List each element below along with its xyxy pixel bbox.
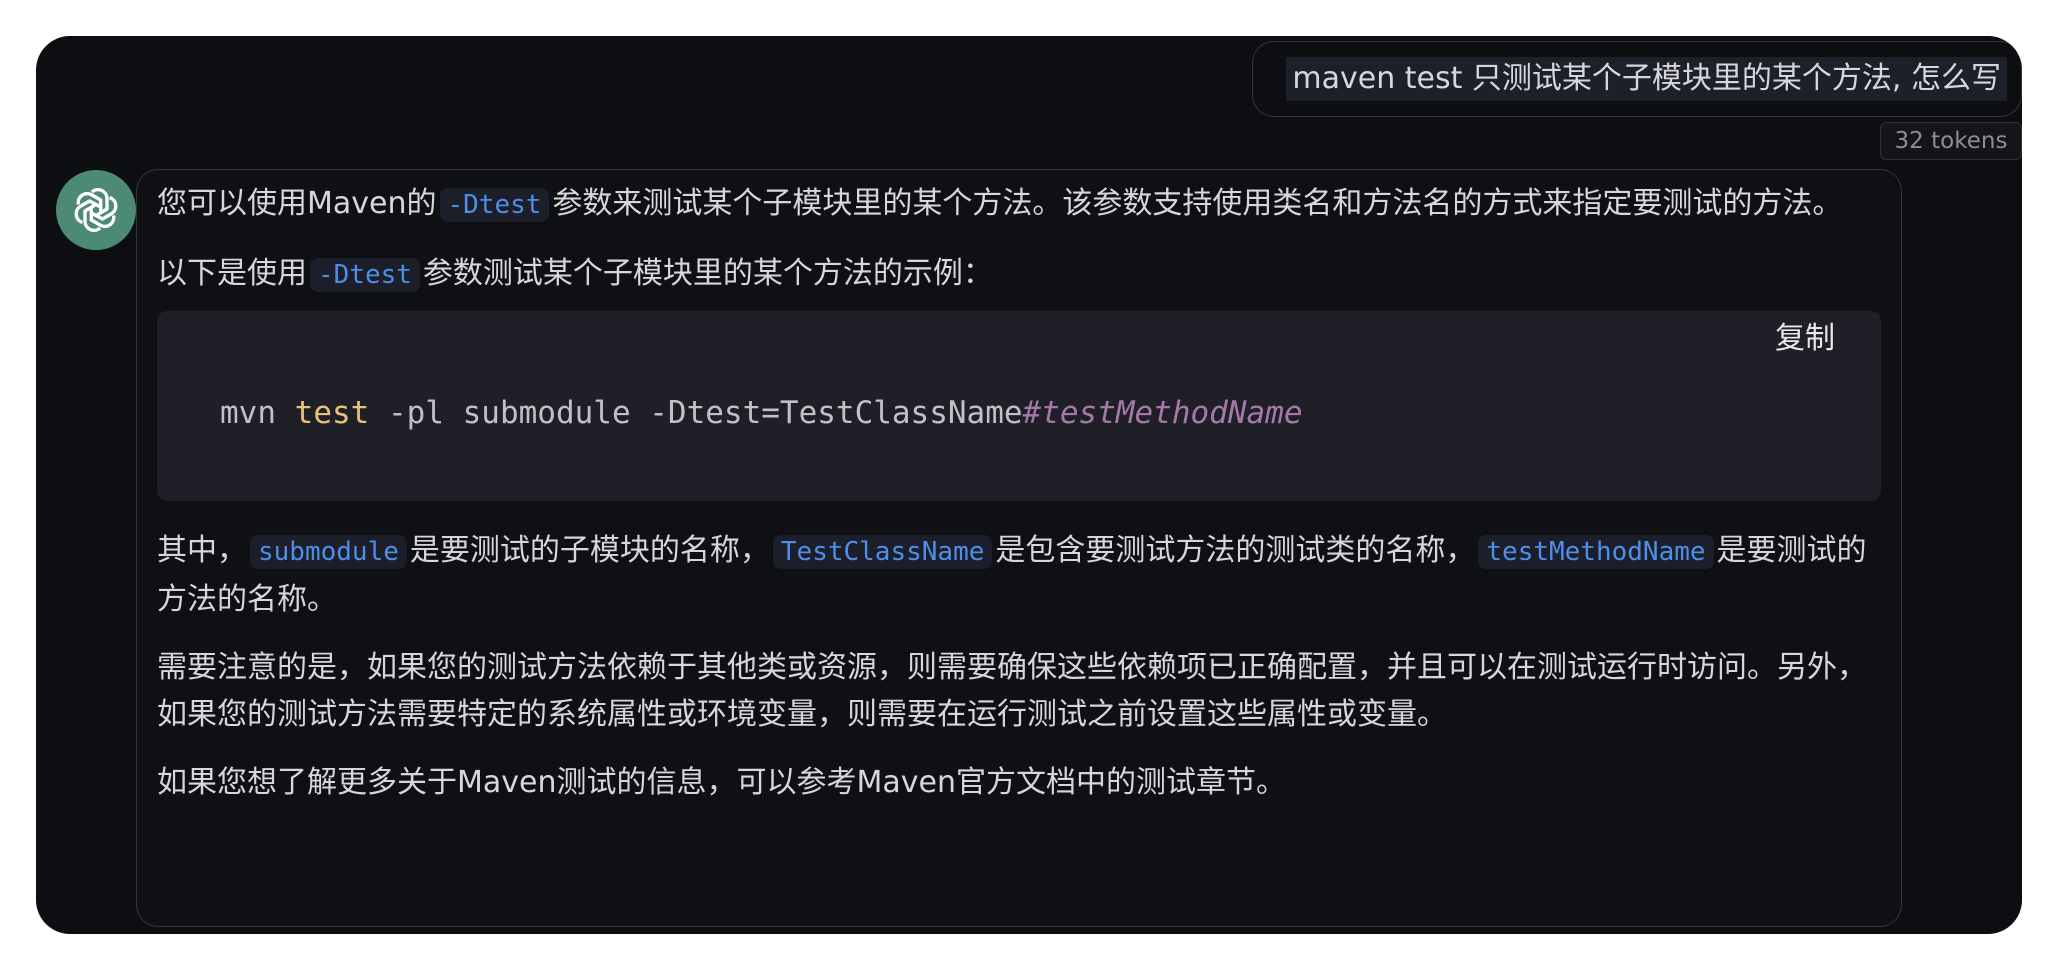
inline-code-testmethodname: testMethodName	[1478, 535, 1714, 569]
paragraph-explanation: 其中， submodule 是要测试的子模块的名称， TestClassName 是包含…	[157, 527, 1881, 623]
code-token-keyword: test	[294, 395, 370, 431]
explanation-text-a: 其中，	[157, 533, 247, 568]
code-token-command: mvn	[220, 395, 295, 431]
intro-text-a: 您可以使用Maven的	[157, 186, 437, 221]
paragraph-more-info: 如果您想了解更多关于Maven测试的信息，可以参考Maven官方文档中的测试章节…	[157, 765, 1286, 800]
explanation-text-b: 是要测试的子模块的名称，	[409, 533, 770, 568]
openai-logo-icon	[56, 170, 136, 250]
user-message-text[interactable]: maven test 只测试某个子模块里的某个方法, 怎么写	[1286, 57, 2007, 101]
user-message-bubble: maven test 只测试某个子模块里的某个方法, 怎么写	[1252, 41, 2022, 117]
code-token-comment: #testMethodName	[1022, 395, 1303, 431]
code-block: 复制 mvn test -pl submodule -Dtest=TestCla…	[157, 311, 1881, 501]
intro-text-b: 参数来测试某个子模块里的某个方法。该参数支持使用类名和方法名的方式来指定要测试的…	[552, 186, 1843, 221]
code-token-args: -pl submodule -Dtest=TestClassName	[369, 395, 1023, 431]
paragraph-notes: 需要注意的是，如果您的测试方法依赖于其他类或资源，则需要确保这些依赖项已正确配置…	[157, 650, 1867, 732]
paragraph-example-intro: 以下是使用 -Dtest 参数测试某个子模块里的某个方法的示例：	[157, 250, 1881, 299]
inline-code-testclassname: TestClassName	[772, 535, 993, 569]
assistant-message-bubble: 您可以使用Maven的 -Dtest 参数来测试某个子模块里的某个方法。该参数支持使…	[136, 169, 1902, 927]
openai-logo-icon-svg	[74, 187, 118, 233]
inline-code-dtest: -Dtest	[439, 188, 550, 222]
example-text-b: 参数测试某个子模块里的某个方法的示例：	[422, 256, 993, 291]
token-count-badge: 32 tokens	[1880, 122, 2022, 160]
example-text-a: 以下是使用	[157, 256, 307, 291]
inline-code-submodule: submodule	[250, 535, 407, 569]
code-line[interactable]: mvn test -pl submodule -Dtest=TestClassN…	[220, 391, 1303, 435]
explanation-text-c: 是包含要测试方法的测试类的名称，	[995, 533, 1476, 568]
copy-button[interactable]: 复制	[1775, 317, 1835, 361]
paragraph-intro: 您可以使用Maven的 -Dtest 参数来测试某个子模块里的某个方法。该参数支持使…	[157, 180, 1881, 229]
chat-window: maven test 只测试某个子模块里的某个方法, 怎么写 32 tokens…	[36, 36, 2022, 934]
inline-code-dtest: -Dtest	[310, 258, 420, 292]
